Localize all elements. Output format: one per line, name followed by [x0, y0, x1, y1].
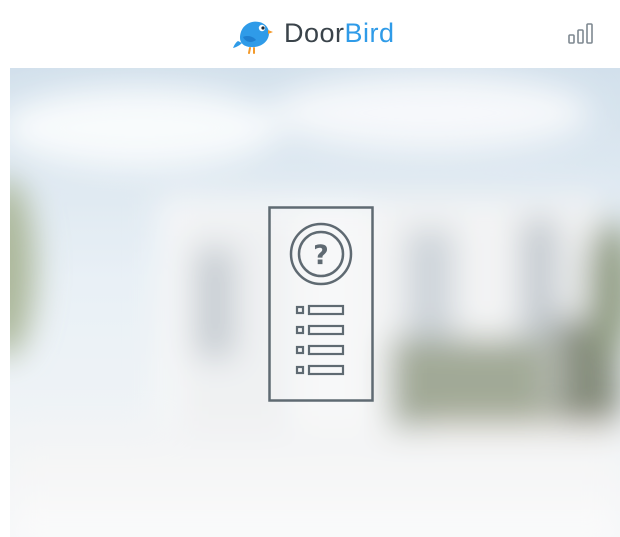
- hero-camera-view: ?: [10, 68, 620, 537]
- svg-text:?: ?: [313, 240, 329, 271]
- top-header: DoorBird: [0, 0, 620, 68]
- intercom-unknown-device-icon: ?: [268, 206, 374, 402]
- brand-text-accent: Bird: [344, 18, 395, 48]
- signal-strength-icon[interactable]: [568, 22, 594, 44]
- doorbird-bird-logo-icon: [233, 21, 273, 54]
- brand-wordmark: DoorBird: [284, 12, 395, 54]
- app-root: DoorBird ?: [0, 0, 620, 537]
- brand-text-primary: Door: [284, 18, 345, 48]
- brand: DoorBird: [232, 12, 395, 54]
